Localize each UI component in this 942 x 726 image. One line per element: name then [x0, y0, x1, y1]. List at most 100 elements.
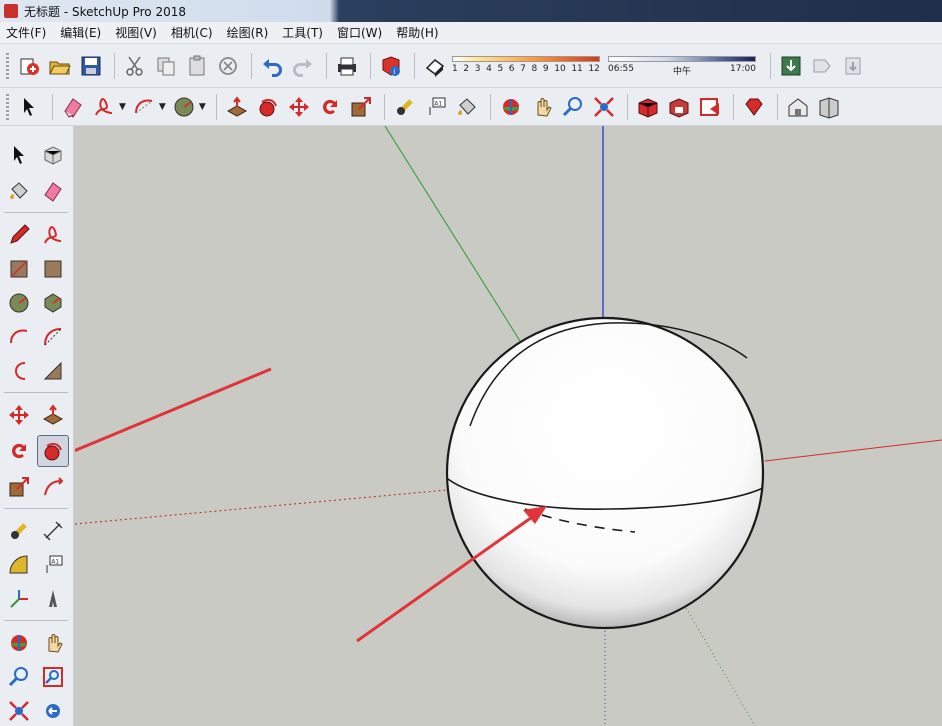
eraser-icon[interactable] [38, 176, 68, 206]
toolbar-separator [215, 93, 217, 120]
select-arrow-icon[interactable] [4, 140, 34, 170]
toolbar-separator [776, 93, 778, 120]
share-icon[interactable] [808, 52, 836, 80]
menu-window[interactable]: 窗口(W) [335, 23, 384, 42]
follow-me-icon[interactable] [37, 435, 69, 467]
month-label: 6 [508, 63, 515, 74]
rotate-icon[interactable] [4, 436, 34, 466]
open-file-icon[interactable] [46, 52, 74, 80]
chevron-down-icon[interactable]: ▼ [119, 102, 126, 112]
month-label: 10 [554, 63, 566, 74]
pencil-icon[interactable] [4, 220, 34, 250]
toolbar-separator [326, 52, 327, 79]
push-pull-icon[interactable] [38, 400, 68, 430]
ruby-icon[interactable] [740, 93, 768, 121]
two-point-arc-icon[interactable] [38, 356, 68, 386]
dimension-icon[interactable] [38, 516, 68, 546]
model-info-icon[interactable]: i [377, 52, 405, 80]
pie-icon[interactable] [38, 322, 68, 352]
layout-icon[interactable] [696, 93, 724, 121]
menu-bar: 文件(F) 编辑(E) 视图(V) 相机(C) 绘图(R) 工具(T) 窗口(W… [0, 22, 942, 44]
orbit-icon[interactable] [4, 628, 34, 658]
3d-text-icon[interactable] [38, 584, 68, 614]
chevron-down-icon[interactable]: ▼ [199, 102, 206, 112]
view-icon[interactable] [815, 93, 843, 121]
menu-help[interactable]: 帮助(H) [394, 23, 440, 42]
toolbar-separator [52, 93, 53, 120]
chevron-down-icon[interactable]: ▼ [159, 102, 166, 112]
paint-bucket-icon[interactable] [453, 93, 481, 121]
text-icon[interactable]: A1 [422, 93, 450, 121]
menu-camera[interactable]: 相机(C) [169, 23, 215, 42]
tape-measure-icon[interactable] [391, 93, 419, 121]
move-icon[interactable] [4, 400, 34, 430]
text-icon[interactable]: A1 [38, 550, 68, 580]
menu-tools[interactable]: 工具(T) [280, 23, 325, 42]
red-axis-dotted [75, 489, 448, 525]
menu-draw[interactable]: 绘图(R) [225, 23, 271, 42]
copy-icon[interactable] [152, 52, 180, 80]
circle-icon[interactable] [170, 93, 198, 121]
cut-icon[interactable] [121, 52, 149, 80]
menu-file[interactable]: 文件(F) [4, 23, 48, 42]
redo-icon[interactable] [289, 52, 317, 80]
toolbar-grip[interactable] [6, 52, 9, 79]
shadow-time-slider[interactable]: 06:55 中午 17:00 [608, 52, 756, 80]
tape-measure-icon[interactable] [4, 516, 34, 546]
shadow-toggle-icon[interactable] [421, 52, 449, 80]
zoom-icon[interactable] [4, 662, 34, 692]
zoom-extents-icon[interactable] [590, 93, 618, 121]
offset-icon[interactable] [38, 472, 68, 502]
undo-icon[interactable] [258, 52, 286, 80]
scale-icon[interactable] [347, 93, 375, 121]
three-point-arc-icon[interactable] [4, 356, 34, 386]
paint-bucket-icon[interactable] [4, 176, 34, 206]
erase-icon[interactable] [214, 52, 242, 80]
shadow-month-slider[interactable]: 1 2 3 4 5 6 7 8 9 10 11 12 [452, 52, 600, 80]
pan-icon[interactable] [38, 628, 68, 658]
menu-view[interactable]: 视图(V) [113, 23, 159, 42]
component-download-icon[interactable] [777, 52, 805, 80]
orbit-icon[interactable] [497, 93, 525, 121]
extension-warehouse-icon[interactable] [665, 93, 693, 121]
pan-icon[interactable] [528, 93, 556, 121]
previous-view-icon[interactable] [38, 696, 68, 726]
window-title: 无标题 - SketchUp Pro 2018 [24, 4, 186, 19]
follow-me-icon[interactable] [254, 93, 282, 121]
month-label: 4 [486, 63, 492, 74]
rectangle-icon[interactable] [4, 254, 34, 284]
menu-edit[interactable]: 编辑(E) [58, 23, 103, 42]
arc-icon[interactable] [130, 93, 158, 121]
toolbar-grip[interactable] [6, 93, 9, 120]
zoom-extents-icon[interactable] [4, 696, 34, 726]
rotate-icon[interactable] [316, 93, 344, 121]
axes-icon[interactable] [4, 584, 34, 614]
freehand-icon[interactable] [38, 220, 68, 250]
arc-icon[interactable] [4, 322, 34, 352]
protractor-icon[interactable] [4, 550, 34, 580]
house-icon[interactable] [784, 93, 812, 121]
select-arrow-icon[interactable] [15, 93, 43, 121]
palette-separator [4, 620, 68, 621]
push-pull-icon[interactable] [223, 93, 251, 121]
make-component-icon[interactable] [38, 140, 68, 170]
zoom-window-icon[interactable] [38, 662, 68, 692]
polygon-icon[interactable] [38, 288, 68, 318]
save-icon[interactable] [77, 52, 105, 80]
paste-icon[interactable] [183, 52, 211, 80]
rotated-rectangle-icon[interactable] [38, 254, 68, 284]
extension-icon[interactable] [839, 52, 867, 80]
new-file-icon[interactable] [15, 52, 43, 80]
svg-text:i: i [393, 68, 395, 76]
move-icon[interactable] [285, 93, 313, 121]
drawing-viewport[interactable] [75, 126, 942, 726]
print-icon[interactable] [333, 52, 361, 80]
eraser-icon[interactable] [59, 93, 87, 121]
freehand-icon[interactable] [90, 93, 118, 121]
zoom-icon[interactable] [559, 93, 587, 121]
large-tool-set-toolbar: ▼ ▼ ▼ A1 [0, 88, 942, 126]
sphere[interactable] [445, 316, 765, 630]
scale-icon[interactable] [4, 472, 34, 502]
warehouse-icon[interactable] [634, 93, 662, 121]
circle-icon[interactable] [4, 288, 34, 318]
